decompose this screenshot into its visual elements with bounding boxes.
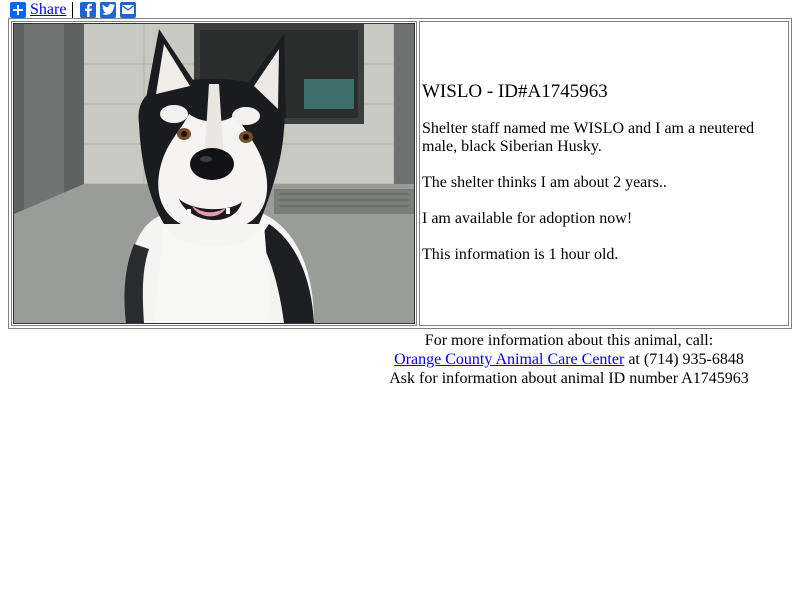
contact-info: For more information about this animal, … xyxy=(389,331,749,388)
share-button[interactable]: Share xyxy=(10,1,66,19)
photo-cell xyxy=(11,21,417,326)
contact-shelter-line: Orange County Animal Care Center at (714… xyxy=(389,350,749,369)
shelter-phone: at (714) 935-6848 xyxy=(624,351,744,368)
share-link[interactable]: Share xyxy=(30,1,66,19)
contact-intro: For more information about this animal, … xyxy=(424,332,714,349)
facebook-icon[interactable] xyxy=(80,1,97,18)
info-age-note: This information is 1 hour old. xyxy=(422,246,619,263)
plus-icon xyxy=(10,1,26,18)
animal-name-breed: Shelter staff named me WISLO and I am a … xyxy=(422,120,755,155)
contact-ask: Ask for information about animal ID numb… xyxy=(389,370,749,387)
animal-title: WISLO - ID#A1745963 xyxy=(422,81,608,102)
email-icon[interactable] xyxy=(120,1,137,18)
info-cell: WISLO - ID#A1745963 Shelter staff named … xyxy=(419,21,789,326)
animal-availability: I am available for adoption now! xyxy=(422,210,633,227)
share-bar: Share xyxy=(10,1,137,19)
separator xyxy=(72,1,74,18)
shelter-link[interactable]: Orange County Animal Care Center xyxy=(394,351,624,368)
twitter-icon[interactable] xyxy=(100,1,117,18)
animal-description: WISLO - ID#A1745963 Shelter staff named … xyxy=(422,81,782,282)
social-buttons xyxy=(80,1,137,18)
animal-photo xyxy=(13,23,415,324)
animal-age: The shelter thinks I am about 2 years.. xyxy=(422,174,667,191)
animal-table: WISLO - ID#A1745963 Shelter staff named … xyxy=(8,18,792,329)
